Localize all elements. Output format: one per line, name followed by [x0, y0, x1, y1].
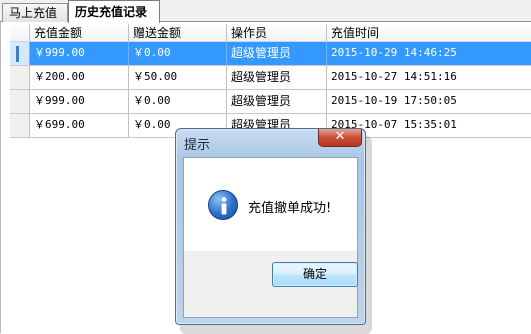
close-button[interactable]: ✕ — [318, 129, 362, 147]
cell-bonus[interactable]: ￥50.00 — [129, 66, 227, 89]
cell-time[interactable]: 2015-10-19 17:50:05 — [327, 90, 531, 113]
column-header-operator[interactable]: 操作员 — [227, 24, 327, 41]
ok-button[interactable]: 确定 — [272, 262, 358, 287]
cell-time[interactable]: 2015-10-27 14:51:16 — [327, 66, 531, 89]
dialog-client-area: 充值撤单成功! 确定 — [183, 157, 358, 318]
tab-strip: 马上充值 历史充值记录 — [0, 0, 531, 23]
row-header[interactable] — [10, 114, 30, 137]
info-icon — [208, 190, 238, 220]
table-row[interactable]: ￥999.00 ￥0.00 超级管理员 2015-10-19 17:50:05 — [10, 90, 531, 114]
column-header-bonus[interactable]: 赠送金额 — [129, 24, 227, 41]
cell-amount[interactable]: ￥999.00 — [30, 90, 129, 113]
row-header-corner — [10, 24, 30, 41]
cell-operator[interactable]: 超级管理员 — [227, 66, 327, 89]
row-header[interactable] — [10, 66, 30, 89]
row-header[interactable] — [10, 42, 30, 65]
dialog-message-area: 充值撤单成功! — [184, 158, 357, 251]
cell-bonus[interactable]: ￥0.00 — [129, 42, 227, 65]
tab-recharge-history[interactable]: 历史充值记录 — [68, 0, 160, 23]
table-row[interactable]: ￥200.00 ￥50.00 超级管理员 2015-10-27 14:51:16 — [10, 66, 531, 90]
tab-recharge-now[interactable]: 马上充值 — [2, 3, 68, 22]
row-header[interactable] — [10, 90, 30, 113]
close-icon: ✕ — [334, 129, 346, 144]
column-header-time[interactable]: 充值时间 — [327, 24, 531, 41]
grid-header: 充值金额 赠送金额 操作员 充值时间 — [10, 24, 531, 42]
column-header-amount[interactable]: 充值金额 — [30, 24, 129, 41]
cell-amount[interactable]: ￥699.00 — [30, 114, 129, 137]
cell-operator[interactable]: 超级管理员 — [227, 90, 327, 113]
dialog-title[interactable]: 提示 — [184, 134, 210, 153]
dialog-message: 充值撤单成功! — [248, 201, 332, 216]
cell-bonus[interactable]: ￥0.00 — [129, 90, 227, 113]
cell-time[interactable]: 2015-10-29 14:46:25 — [327, 42, 531, 65]
cell-operator[interactable]: 超级管理员 — [227, 42, 327, 65]
cell-amount[interactable]: ￥999.00 — [30, 42, 129, 65]
table-row[interactable]: ￥999.00 ￥0.00 超级管理员 2015-10-29 14:46:25 — [10, 42, 531, 66]
current-row-marker — [16, 46, 19, 62]
message-dialog: 提示 ✕ 充值撤单成功! 确定 — [175, 128, 366, 325]
cell-amount[interactable]: ￥200.00 — [30, 66, 129, 89]
